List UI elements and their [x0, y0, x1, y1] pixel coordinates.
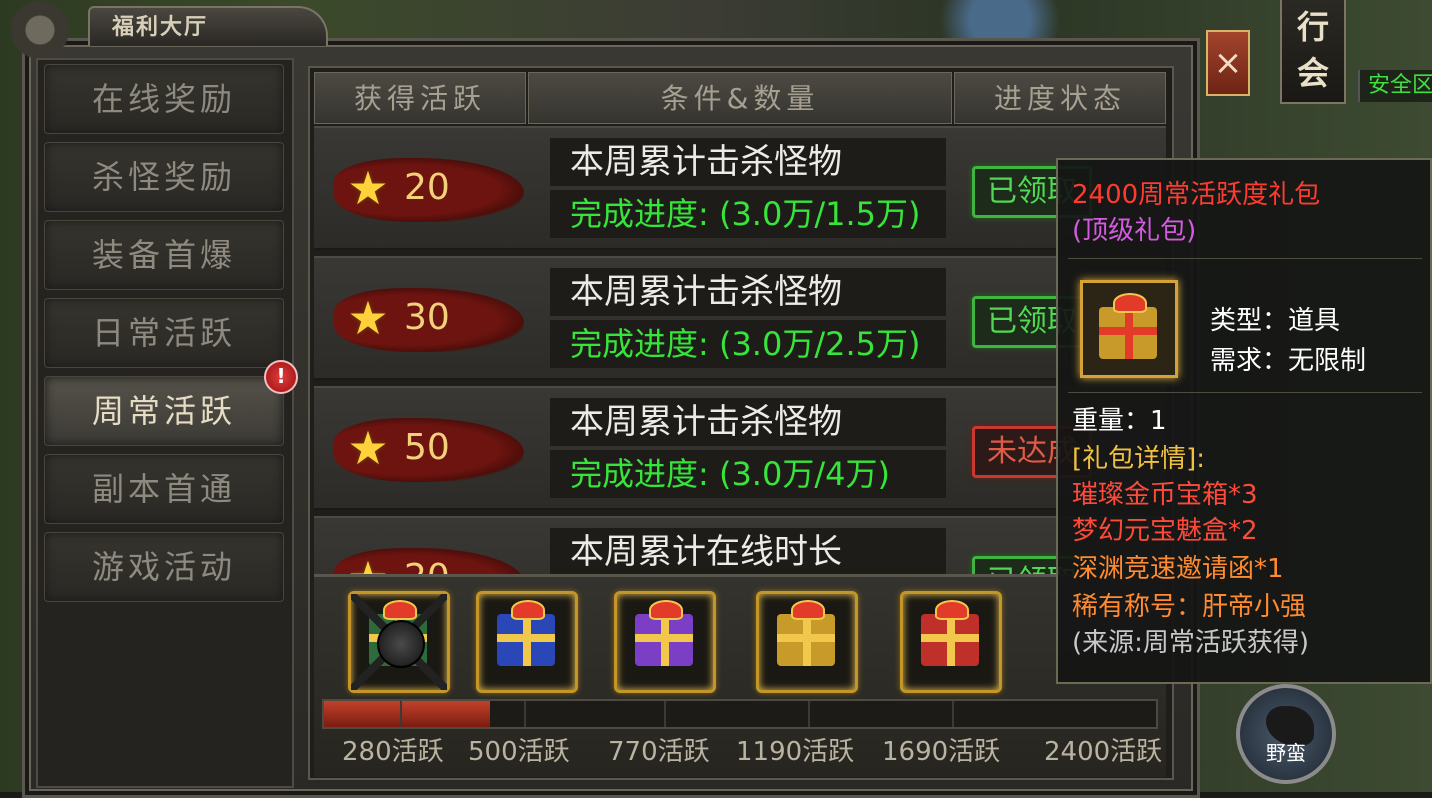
sidebar-item-dungeon-first-clear[interactable]: 副本首通 [44, 454, 284, 524]
safe-zone-indicator: 安全区 [1358, 70, 1432, 102]
gift-bow [511, 600, 545, 620]
activity-points: 50 [404, 427, 450, 468]
tooltip-item-requirement: 需求：无限制 [1210, 346, 1367, 376]
guild-label-top: 行 [1296, 8, 1329, 46]
progress-divider [664, 701, 666, 727]
progress-divider [524, 701, 526, 727]
gift-box-icon [777, 600, 835, 666]
gift-bow [935, 600, 969, 620]
sidebar: 在线奖励 杀怪奖励 装备首爆 日常活跃 周常活跃 副本首通 游戏活动 [36, 58, 294, 788]
tooltip-divider [1068, 258, 1422, 259]
threshold-label: 1190活跃 [736, 737, 855, 767]
table-header: 获得活跃 条件&数量 进度状态 [314, 72, 1166, 124]
item-tooltip: 2400周常活跃度礼包 (顶级礼包) 类型：道具 需求：无限制 重量：1 [礼包… [1056, 158, 1432, 684]
claimed-seal-icon [377, 620, 425, 668]
close-button[interactable]: × [1206, 30, 1250, 96]
condition-title: 本周累计击杀怪物 [550, 268, 946, 316]
header-status: 进度状态 [954, 72, 1166, 124]
tooltip-divider [1068, 392, 1422, 393]
sidebar-item-weekly-activity[interactable]: 周常活跃 [44, 376, 284, 446]
alert-badge: ! [264, 360, 298, 394]
progress-divider [952, 701, 954, 727]
activity-panel: 获得活跃 条件&数量 进度状态 ★ 20 本周累计击杀怪物 完成进度: (3.0… [308, 66, 1174, 780]
threshold-label: 500活跃 [468, 737, 570, 767]
header-condition: 条件&数量 [528, 72, 952, 124]
threshold-label: 1690活跃 [882, 737, 1001, 767]
gift-slot-1690[interactable] [900, 591, 1002, 693]
tooltip-item-name: 2400周常活跃度礼包 [1072, 180, 1321, 210]
gift-box-icon [921, 600, 979, 666]
condition-title: 本周累计击杀怪物 [550, 398, 946, 446]
gift-slot-280[interactable] [348, 591, 450, 693]
sidebar-item-daily-activity[interactable]: 日常活跃 [44, 298, 284, 368]
tooltip-item-grade: (顶级礼包) [1072, 216, 1197, 246]
activity-points: 20 [404, 167, 450, 208]
tooltip-content-item: 梦幻元宝魅盒*2 [1072, 516, 1258, 546]
sidebar-item-game-events[interactable]: 游戏活动 [44, 532, 284, 602]
table-row: ★ 50 本周累计击杀怪物 完成进度: (3.0万/4万) 未达成 [314, 386, 1166, 510]
sidebar-item-online-reward[interactable]: 在线奖励 [44, 64, 284, 134]
table-row: ★ 20 本周累计击杀怪物 完成进度: (3.0万/1.5万) 已领取 [314, 126, 1166, 250]
guild-button[interactable]: 行 会 [1280, 0, 1346, 104]
tooltip-content-item: 深渊竞速邀请函*1 [1072, 554, 1284, 584]
gift-slot-1190[interactable] [756, 591, 858, 693]
gift-ribbon [1099, 327, 1157, 335]
title-ornament [0, 0, 96, 60]
guild-label-bottom: 会 [1296, 54, 1329, 92]
gift-ribbon [777, 634, 835, 642]
condition-title: 本周累计击杀怪物 [550, 138, 946, 186]
tooltip-item-type: 类型：道具 [1210, 306, 1341, 336]
barbarian-label: 野蛮 [1266, 741, 1306, 765]
gift-bow [649, 600, 683, 620]
gift-bow [1113, 293, 1147, 313]
star-icon: ★ [347, 161, 389, 215]
gift-box-icon [635, 600, 693, 666]
reward-track: 280活跃 500活跃 770活跃 1190活跃 1690活跃 2400活跃 [314, 574, 1166, 777]
condition-progress: 完成进度: (3.0万/2.5万) [550, 320, 946, 368]
threshold-label: 770活跃 [608, 737, 710, 767]
gift-box-body [1099, 293, 1157, 359]
gift-bow [791, 600, 825, 620]
gift-ribbon [497, 634, 555, 642]
tooltip-content-item: 璀璨金币宝箱*3 [1072, 480, 1258, 510]
activity-progress-bar [322, 699, 1158, 729]
star-icon: ★ [347, 421, 389, 475]
table-row: ★ 30 本周累计击杀怪物 完成进度: (3.0万/2.5万) 已领取 [314, 256, 1166, 380]
sidebar-item-kill-reward[interactable]: 杀怪奖励 [44, 142, 284, 212]
gift-slot-500[interactable] [476, 591, 578, 693]
threshold-label: 2400活跃 [1044, 737, 1163, 767]
condition-progress: 完成进度: (3.0万/4万) [550, 450, 946, 498]
tooltip-details-header: [礼包详情]: [1072, 444, 1206, 474]
tooltip-source: (来源:周常活跃获得) [1072, 628, 1310, 658]
condition-progress: 完成进度: (3.0万/1.5万) [550, 190, 946, 238]
gift-box-icon [1080, 280, 1178, 378]
gift-ribbon [635, 634, 693, 642]
tooltip-content-item: 稀有称号：肝帝小强 [1072, 592, 1307, 622]
condition-title: 本周累计在线时长 [550, 528, 946, 576]
gift-box-icon [497, 600, 555, 666]
sidebar-item-equipment-first-drop[interactable]: 装备首爆 [44, 220, 284, 290]
progress-divider [400, 701, 402, 727]
progress-divider [808, 701, 810, 727]
header-activity-points: 获得活跃 [314, 72, 526, 124]
star-icon: ★ [347, 291, 389, 345]
threshold-label: 280活跃 [342, 737, 444, 767]
gift-slot-770[interactable] [614, 591, 716, 693]
tooltip-item-weight: 重量：1 [1072, 406, 1167, 436]
window-title: 福利大厅 [88, 6, 328, 46]
barbarian-skill-button[interactable]: 野蛮 [1236, 684, 1336, 784]
activity-points: 30 [404, 297, 450, 338]
activity-progress-fill [324, 701, 490, 727]
gift-ribbon [921, 634, 979, 642]
